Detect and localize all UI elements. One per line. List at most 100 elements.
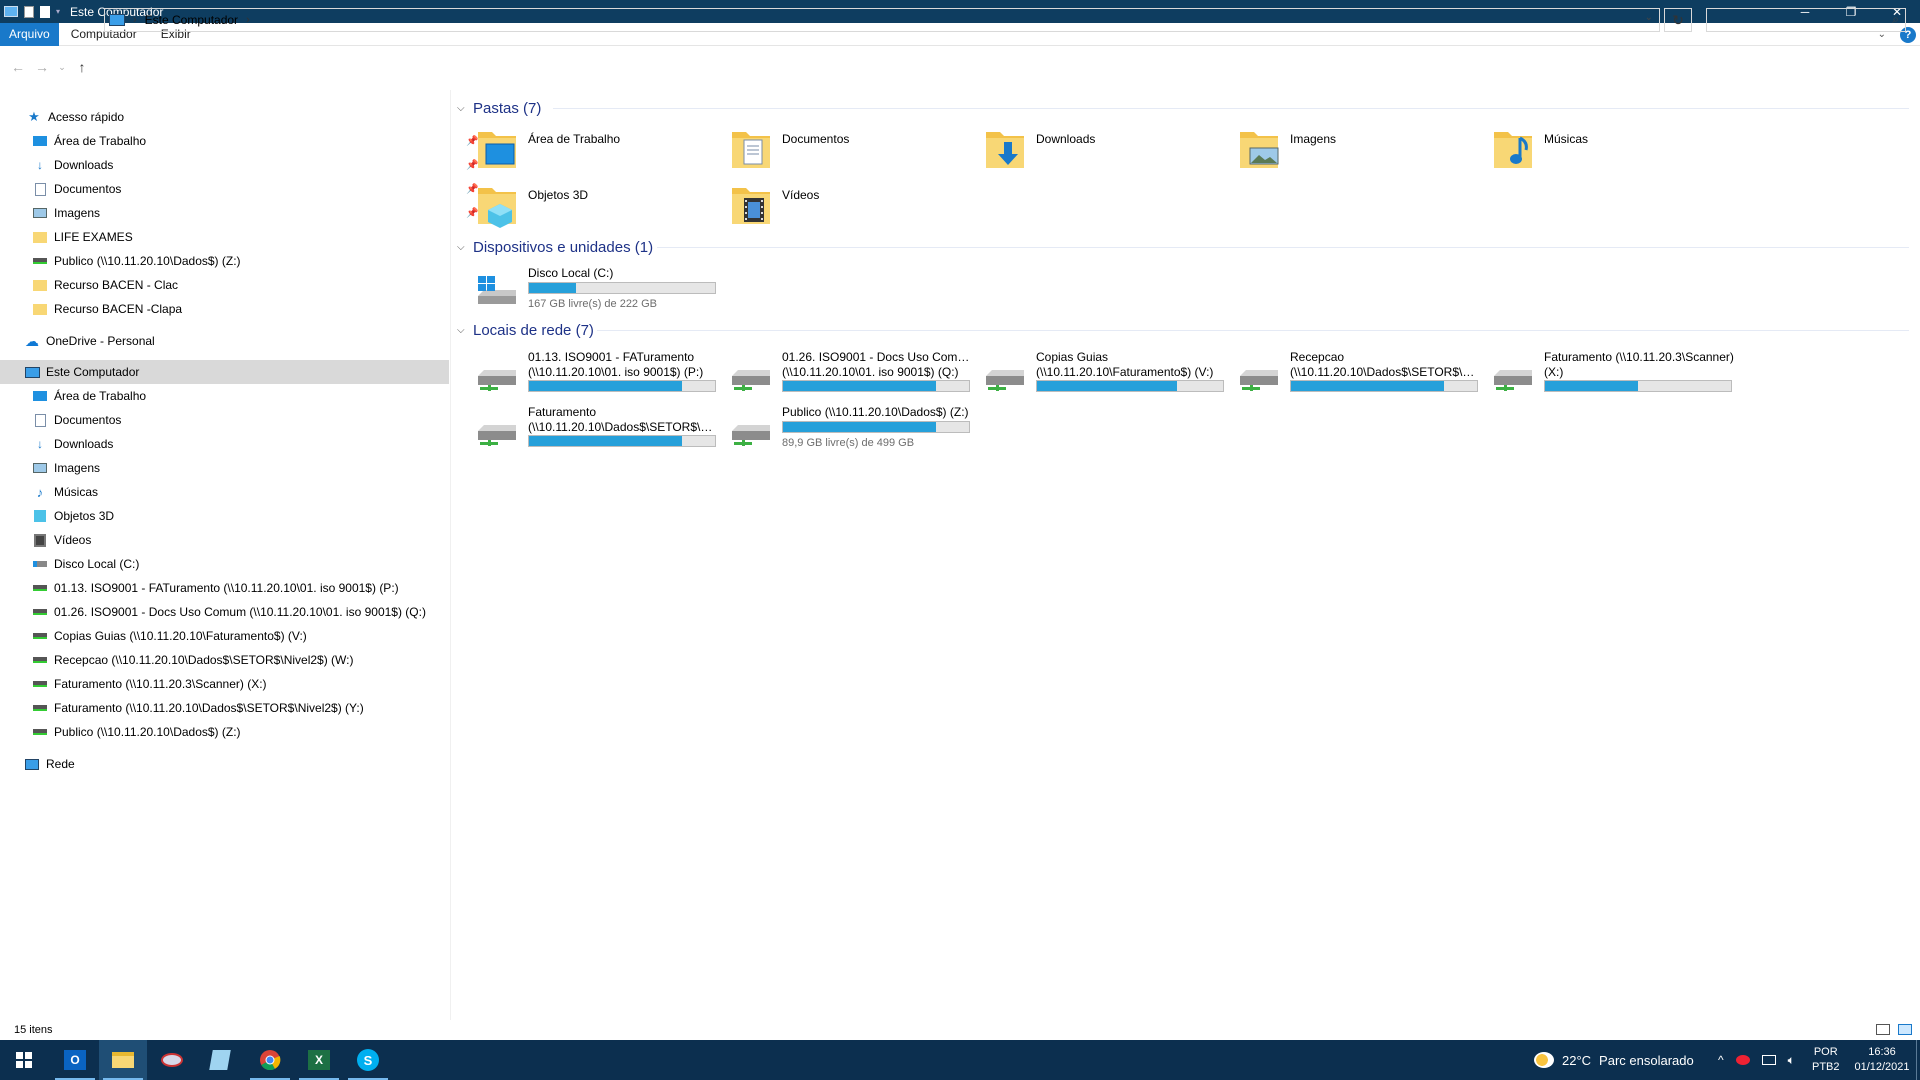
search-input[interactable]: ⌕: [1706, 8, 1906, 32]
drive-free-space: 167 GB livre(s) de 222 GB: [528, 298, 658, 310]
sidebar-item-drive-q[interactable]: 01.26. ISO9001 - Docs Uso Comum (\\10.11…: [32, 600, 426, 624]
sidebar-item-label: Músicas: [54, 485, 99, 499]
sidebar-item-drive-x[interactable]: Faturamento (\\10.11.20.3\Scanner) (X:): [32, 672, 267, 696]
group-header-locais-de-rede[interactable]: ⌵ Locais de rede (7): [457, 320, 1917, 340]
sidebar-item-drive-z[interactable]: Publico (\\10.11.20.10\Dados$) (Z:): [32, 720, 241, 744]
sidebar-item-rede[interactable]: Rede: [24, 752, 75, 776]
weather-widget[interactable]: 22°C Parc ensolarado: [1534, 1040, 1694, 1080]
tray-app-icon[interactable]: [1735, 1055, 1750, 1065]
drive-usage-bar: [1036, 380, 1224, 392]
language-indicator[interactable]: POR PTB2: [1812, 1040, 1840, 1080]
sidebar-item-recurso-bacen-clapa[interactable]: Recurso BACEN -Clapa: [32, 297, 182, 321]
sidebar-item-drive-v[interactable]: Copias Guias (\\10.11.20.10\Faturamento$…: [32, 624, 307, 648]
sidebar-item-videos[interactable]: Vídeos: [32, 528, 91, 552]
tiles-view-icon[interactable]: [1898, 1024, 1912, 1035]
folder-area-de-trabalho[interactable]: Área de Trabalho: [470, 124, 722, 176]
chevron-up-icon[interactable]: ^: [1718, 1053, 1724, 1067]
notepad-button[interactable]: [196, 1040, 244, 1080]
address-bar[interactable]: › Este Computador › ⌄: [104, 8, 1660, 32]
recent-locations-icon[interactable]: ⌄: [54, 62, 70, 73]
network-drive-p[interactable]: 01.13. ISO9001 - FATuramento (\\10.11.20.…: [470, 348, 722, 400]
new-folder-icon[interactable]: [40, 5, 50, 18]
quick-access-toolbar: ▾: [0, 5, 60, 18]
network-drive-icon: [732, 425, 770, 446]
3d-objects-folder-icon: [478, 188, 516, 228]
sidebar-item-area-de-trabalho[interactable]: Área de Trabalho: [32, 384, 146, 408]
drive-disco-local-c[interactable]: Disco Local (C:) 167 GB livre(s) de 222 …: [470, 264, 722, 316]
chevron-down-icon[interactable]: ⌵: [457, 242, 473, 253]
sidebar-item-drive-w[interactable]: Recepcao (\\10.11.20.10\Dados$\SETOR$\Ni…: [32, 648, 353, 672]
network-icon[interactable]: [1761, 1055, 1776, 1065]
back-button[interactable]: ←: [6, 59, 30, 75]
excel-button[interactable]: X: [295, 1040, 343, 1080]
sidebar-item-musicas[interactable]: ♪ Músicas: [32, 480, 98, 504]
customize-qa-icon[interactable]: ▾: [56, 7, 60, 16]
folder-videos[interactable]: Vídeos: [724, 180, 976, 232]
sidebar-item-label: Publico (\\10.11.20.10\Dados$) (Z:): [54, 725, 241, 739]
up-button[interactable]: ↑: [70, 59, 94, 75]
start-button[interactable]: [0, 1040, 48, 1080]
breadcrumb-separator-icon[interactable]: ›: [246, 14, 250, 26]
refresh-button[interactable]: ↻: [1664, 8, 1692, 32]
tab-arquivo[interactable]: Arquivo: [0, 22, 59, 46]
drive-name-line1: 01.13. ISO9001 - FATuramento: [528, 350, 695, 364]
sidebar-item-documentos[interactable]: Documentos 📌: [32, 177, 478, 201]
folder-name: Downloads: [1036, 132, 1096, 146]
tracking-app-button[interactable]: [148, 1040, 196, 1080]
search-icon: ⌕: [1892, 12, 1899, 26]
drive-usage-fill: [529, 436, 682, 446]
network-drive-w[interactable]: Recepcao (\\10.11.20.10\Dados$\SETOR$\Ni.…: [1232, 348, 1484, 400]
sidebar-item-life-exames[interactable]: LIFE EXAMES: [32, 225, 133, 249]
sidebar-item-drive-p[interactable]: 01.13. ISO9001 - FATuramento (\\10.11.20…: [32, 576, 399, 600]
folder-objetos-3d[interactable]: Objetos 3D: [470, 180, 722, 232]
group-header-pastas[interactable]: ⌵ Pastas (7): [457, 98, 1917, 118]
clock[interactable]: 16:36 01/12/2021: [1852, 1040, 1912, 1080]
sidebar-item-area-de-trabalho[interactable]: Área de Trabalho 📌: [32, 129, 478, 153]
drive-name: Faturamento (\\10.11.20.3\Scanner) (X:): [1544, 350, 1736, 380]
show-desktop-button[interactable]: [1916, 1040, 1920, 1080]
group-header-dispositivos[interactable]: ⌵ Dispositivos e unidades (1): [457, 237, 1917, 257]
network-drive-x[interactable]: Faturamento (\\10.11.20.3\Scanner) (X:): [1486, 348, 1738, 400]
sidebar-item-este-computador[interactable]: Este Computador: [24, 360, 139, 384]
properties-icon[interactable]: [24, 5, 34, 18]
sidebar-item-recurso-bacen-clac[interactable]: Recurso BACEN - Clac: [32, 273, 178, 297]
folder-musicas[interactable]: Músicas: [1486, 124, 1738, 176]
sidebar-item-onedrive[interactable]: ☁ OneDrive - Personal: [24, 329, 155, 353]
forward-button[interactable]: →: [30, 59, 54, 75]
network-drive-q[interactable]: 01.26. ISO9001 - Docs Uso Comum (\\10.11.…: [724, 348, 976, 400]
desktop-folder-icon: [478, 132, 516, 168]
network-drive-y[interactable]: Faturamento (\\10.11.20.10\Dados$\SETOR$\…: [470, 403, 722, 455]
folder-downloads[interactable]: Downloads: [978, 124, 1230, 176]
volume-icon[interactable]: 🔈︎: [1788, 1053, 1795, 1068]
network-drive-icon: [732, 370, 770, 391]
chrome-button[interactable]: [246, 1040, 294, 1080]
chevron-down-icon[interactable]: ⌄: [1645, 12, 1653, 23]
sidebar-item-disco-local-c[interactable]: Disco Local (C:): [32, 552, 139, 576]
folder-documentos[interactable]: Documentos: [724, 124, 976, 176]
sidebar-item-imagens[interactable]: Imagens: [32, 456, 100, 480]
chevron-down-icon[interactable]: ⌵: [457, 103, 473, 114]
details-view-icon[interactable]: [1876, 1024, 1890, 1035]
sidebar-item-objetos-3d[interactable]: Objetos 3D: [32, 504, 114, 528]
network-drive-z[interactable]: Publico (\\10.11.20.10\Dados$) (Z:) 89,9…: [724, 403, 976, 455]
sidebar-item-publico-z[interactable]: Publico (\\10.11.20.10\Dados$) (Z:): [32, 249, 241, 273]
network-drive-icon: [478, 370, 516, 391]
folder-name: Vídeos: [782, 188, 820, 202]
breadcrumb-separator-icon[interactable]: ›: [133, 14, 137, 26]
sidebar-item-drive-y[interactable]: Faturamento (\\10.11.20.10\Dados$\SETOR$…: [32, 696, 364, 720]
sidebar-item-imagens[interactable]: Imagens 📌: [32, 201, 478, 225]
file-explorer-button[interactable]: [99, 1040, 147, 1080]
folder-imagens[interactable]: Imagens: [1232, 124, 1484, 176]
sidebar-item-downloads[interactable]: ↓ Downloads: [32, 432, 113, 456]
skype-button[interactable]: S: [344, 1040, 392, 1080]
drive-name: Faturamento (\\10.11.20.10\Dados$\SETOR$\…: [528, 405, 720, 435]
chevron-down-icon[interactable]: ⌵: [457, 325, 473, 336]
network-drive-icon: [32, 605, 48, 619]
sidebar-item-documentos[interactable]: Documentos: [32, 408, 121, 432]
sidebar-item-downloads[interactable]: ↓ Downloads 📌: [32, 153, 478, 177]
network-drive-v[interactable]: Copias Guias (\\10.11.20.10\Faturamento$)…: [978, 348, 1230, 400]
sidebar-item-acesso-rapido[interactable]: ★ Acesso rápido: [26, 105, 124, 129]
navigation-bar: ← → ⌄ ↑: [0, 46, 1920, 88]
outlook-button[interactable]: O: [51, 1040, 99, 1080]
breadcrumb-este-computador[interactable]: Este Computador: [145, 13, 238, 27]
